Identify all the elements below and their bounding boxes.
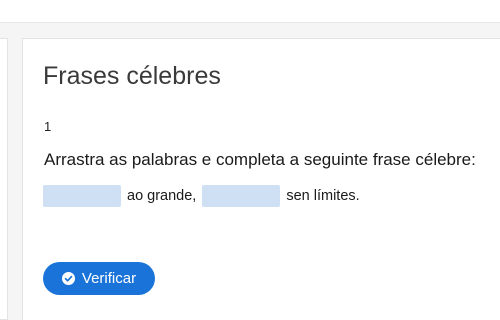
sentence: ao grande, sen límites.: [43, 185, 360, 207]
sentence-segment-1: ao grande,: [127, 188, 197, 204]
top-bar: [0, 0, 500, 23]
check-circle-icon: [61, 272, 75, 285]
activity-card: Frases célebres 1 Arrastra as palabras e…: [22, 38, 500, 320]
verify-button-label: Verificar: [81, 270, 137, 287]
drop-zone-2[interactable]: [202, 185, 281, 207]
verify-button[interactable]: Verificar: [43, 262, 155, 295]
question-number: 1: [44, 119, 52, 134]
sentence-segment-2: sen límites.: [286, 188, 360, 204]
drop-zone-1[interactable]: [43, 185, 121, 207]
instruction-text: Arrastra as palabras e completa a seguin…: [44, 150, 476, 169]
left-panel: [0, 38, 8, 320]
page-title: Frases célebres: [43, 62, 221, 90]
